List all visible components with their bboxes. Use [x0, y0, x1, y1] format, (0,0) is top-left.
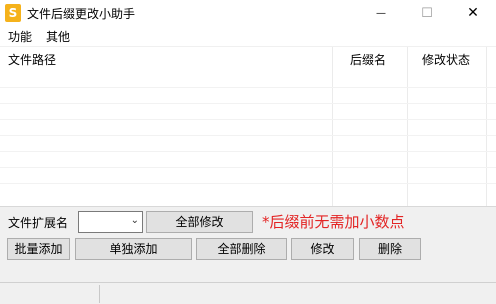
- grid-line: [0, 135, 496, 136]
- window-title: 文件后缀更改小助手: [27, 7, 136, 21]
- extension-combobox[interactable]: ⌄: [78, 211, 143, 233]
- menu-item-other[interactable]: 其他: [46, 28, 70, 45]
- column-header-extension[interactable]: 后缀名: [350, 47, 386, 73]
- file-list-header: 文件路径 后缀名 修改状态: [0, 47, 496, 73]
- modify-all-button[interactable]: 全部修改: [146, 211, 253, 233]
- grid-line: [0, 119, 496, 120]
- column-header-status[interactable]: 修改状态: [422, 47, 470, 73]
- batch-add-button[interactable]: 批量添加: [7, 238, 70, 260]
- extension-label: 文件扩展名: [8, 216, 69, 230]
- minimize-icon: —: [376, 7, 386, 19]
- chevron-down-icon[interactable]: ⌄: [131, 215, 139, 226]
- menu-item-function[interactable]: 功能: [8, 28, 32, 45]
- app-icon: S: [5, 4, 21, 22]
- delete-all-button[interactable]: 全部删除: [196, 238, 287, 260]
- status-bar: [0, 282, 496, 304]
- grid-line: [0, 183, 496, 184]
- minimize-button[interactable]: —: [358, 0, 404, 26]
- maximize-icon: ☐: [421, 5, 433, 21]
- delete-button[interactable]: 删除: [359, 238, 421, 260]
- modify-button[interactable]: 修改: [291, 238, 354, 260]
- status-segment: [101, 285, 494, 303]
- grid-line: [0, 151, 496, 152]
- file-list[interactable]: 文件路径 后缀名 修改状态: [0, 46, 496, 207]
- single-add-button[interactable]: 单独添加: [75, 238, 192, 260]
- close-button[interactable]: ✕: [450, 0, 496, 26]
- column-header-path[interactable]: 文件路径: [8, 47, 56, 73]
- close-icon: ✕: [467, 5, 479, 21]
- grid-line: [0, 167, 496, 168]
- status-segment: [0, 285, 100, 303]
- maximize-button[interactable]: ☐: [404, 0, 450, 26]
- menu-bar: 功能 其他: [0, 26, 496, 46]
- extension-hint: *后缀前无需加小数点: [262, 213, 405, 231]
- title-bar: S 文件后缀更改小助手 — ☐ ✕: [0, 0, 496, 26]
- grid-line: [0, 87, 496, 88]
- grid-line: [0, 103, 496, 104]
